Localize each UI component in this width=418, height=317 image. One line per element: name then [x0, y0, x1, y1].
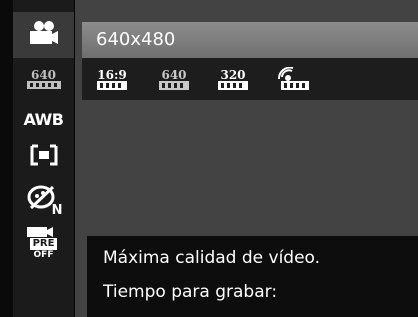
option-web-video[interactable] [274, 62, 314, 96]
sidebar-item-metering[interactable] [13, 134, 74, 180]
video-camera-icon [27, 19, 61, 51]
film-icon [97, 80, 127, 90]
film-icon [218, 80, 248, 90]
option-640[interactable]: 640 [154, 62, 194, 96]
settings-panel: 640x480 16:9 640 320 Máxima calidad de v… [75, 0, 418, 317]
pre-off-label: OFF [33, 250, 54, 260]
sidebar-item-pre-record[interactable]: PRE OFF [13, 218, 74, 270]
pre-label: PRE [29, 238, 58, 250]
pre-record-icon: PRE OFF [26, 227, 61, 261]
settings-sidebar: 640 AWB N PRE OFF [13, 0, 75, 317]
film-resolution-icon: 640 [26, 68, 61, 89]
left-edge-strip [0, 0, 13, 317]
sidebar-item-video-mode[interactable] [13, 12, 74, 58]
description-line-1: Máxima calidad de vídeo. [103, 248, 321, 268]
option-320[interactable]: 320 [213, 62, 253, 96]
web-video-icon [277, 67, 309, 90]
awb-label: AWB [23, 109, 64, 129]
option-label: 320 [220, 67, 246, 82]
metering-frame-icon [30, 144, 58, 170]
color-effect-badge: N [51, 203, 63, 218]
option-label: 16:9 [97, 67, 127, 82]
resolution-label: 640 [30, 68, 57, 82]
selected-option-title: 640x480 [82, 22, 418, 58]
description-box: Máxima calidad de vídeo. Tiempo para gra… [87, 236, 418, 317]
color-effect-icon: N [27, 184, 63, 218]
option-label: 640 [161, 67, 187, 82]
resolution-options-row: 16:9 640 320 [82, 58, 418, 100]
option-16-9[interactable]: 16:9 [92, 62, 132, 96]
sidebar-item-color-effect[interactable]: N [13, 176, 74, 222]
description-line-2: Tiempo para grabar: [103, 282, 278, 302]
film-icon [159, 80, 189, 90]
